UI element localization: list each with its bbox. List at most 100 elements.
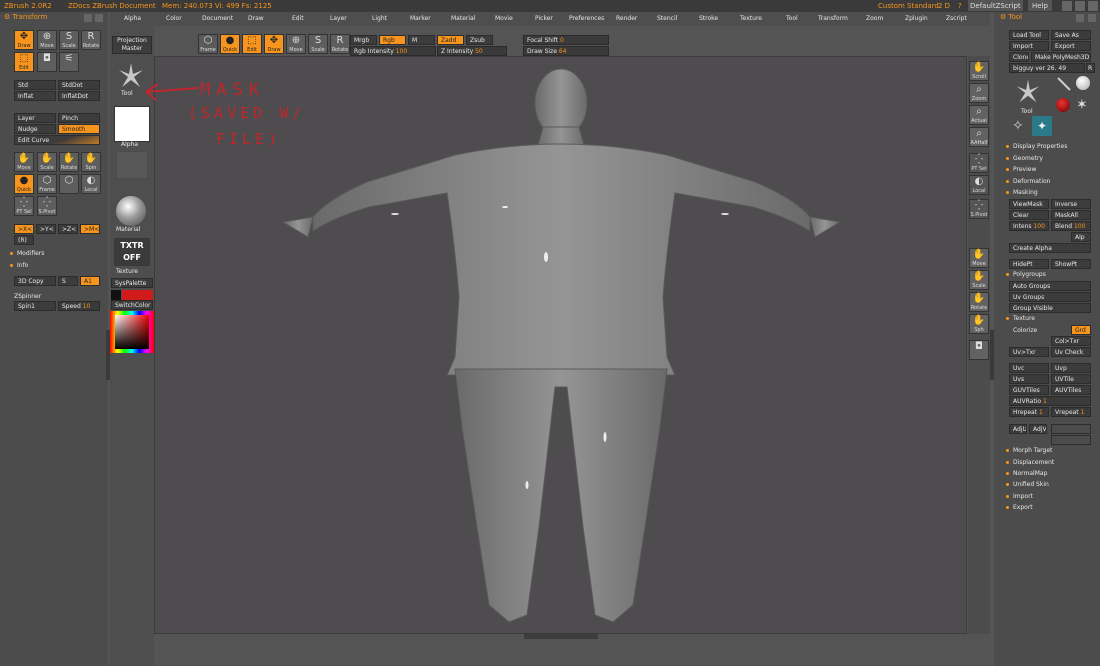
spin-button[interactable]: ✋ Spin — [81, 152, 101, 172]
draw-mode-button[interactable]: ✥ Draw — [14, 30, 34, 50]
zoom-button[interactable]: ⌕ Zoom — [969, 83, 989, 103]
rgb-button[interactable]: Rgb — [379, 35, 406, 45]
load-tool-button[interactable]: Load Tool — [1009, 30, 1049, 40]
group-visible-button[interactable]: Group Visible — [1009, 303, 1091, 313]
menu-tool[interactable]: Tool — [786, 12, 798, 26]
hrepeat-slider[interactable]: Hrepeat 1 — [1009, 407, 1049, 417]
layout-custom[interactable]: Custom — [878, 0, 905, 12]
menu-light[interactable]: Light — [372, 12, 387, 26]
menu-transform[interactable]: Transform — [818, 12, 848, 26]
morph-target-section[interactable]: Morph Target — [1006, 447, 1052, 454]
scale-button[interactable]: ✋ Scale — [37, 152, 57, 172]
uv-txr-button[interactable]: Uv>Txr — [1009, 347, 1049, 357]
close-icon[interactable] — [1088, 1, 1098, 11]
menu-texture[interactable]: Texture — [740, 12, 762, 26]
auvtiles-button[interactable]: AUVTiles — [1051, 385, 1091, 395]
create-alpha-button[interactable]: Create Alpha — [1009, 243, 1091, 253]
smooth-button[interactable]: Smooth — [58, 124, 100, 134]
export-button[interactable]: Export — [1051, 41, 1091, 51]
tool-close-icon[interactable] — [1088, 14, 1096, 22]
layout-standard[interactable]: Standard — [907, 0, 939, 12]
adju-button[interactable]: AdjU — [1009, 424, 1027, 434]
col-txr-button[interactable]: Col>Txr — [1051, 336, 1091, 346]
scroll-button[interactable]: ✋ Scroll — [969, 61, 989, 81]
syspalette-button[interactable]: SysPalette — [111, 278, 153, 288]
edit-mode-button[interactable]: ⬚ Edit — [14, 52, 34, 72]
sphere-tool-icon[interactable] — [1076, 76, 1090, 90]
selected-tool-icon[interactable]: ✦ — [1032, 116, 1052, 136]
draw-size-slider[interactable]: Draw Size 64 — [523, 46, 609, 56]
uvtile-button[interactable]: UVTile — [1051, 374, 1091, 384]
adjv-button[interactable]: AdjV — [1029, 424, 1047, 434]
draw-top-button[interactable]: ✥ Draw — [264, 34, 284, 54]
polygroups-section[interactable]: Polygroups — [1006, 271, 1046, 278]
canvas-scroll-handle[interactable] — [524, 634, 598, 639]
inflatdot-button[interactable]: InflatDot — [58, 91, 100, 101]
maskall-button[interactable]: MaskAll — [1051, 210, 1091, 220]
rotate-right-button[interactable]: ✋ Rotate — [969, 292, 989, 312]
simple-brush-icon[interactable] — [1056, 76, 1072, 92]
mrgb-button[interactable]: Mrgb — [350, 35, 377, 45]
local-right-button[interactable]: ◐ Local — [969, 175, 989, 195]
sph-right-button[interactable]: ✋ Sph — [969, 314, 989, 334]
color-picker-square[interactable] — [115, 315, 149, 349]
uvc-button[interactable]: Uvc — [1009, 363, 1049, 373]
preview-section[interactable]: Preview — [1006, 166, 1036, 173]
wand-button[interactable]: ⚟ — [59, 52, 79, 72]
menu-picker[interactable]: Picker — [535, 12, 553, 26]
clear-mask-button[interactable]: Clear — [1009, 210, 1049, 220]
guvtiles-button[interactable]: GUVTiles — [1009, 385, 1049, 395]
spin1-button[interactable]: Spin1 — [14, 301, 56, 311]
cube-button[interactable]: ⬡ — [59, 174, 79, 194]
radial-button[interactable]: (R) — [14, 235, 34, 245]
unified-skin-section[interactable]: Unified Skin — [1006, 481, 1049, 488]
adj-empty-1[interactable] — [1051, 424, 1091, 434]
showpt-button[interactable]: ShowPt — [1051, 259, 1091, 269]
close-panel-icon[interactable] — [95, 14, 103, 22]
current-tool-thumbnail[interactable] — [1012, 76, 1044, 108]
inflat-button[interactable]: Inflat — [14, 91, 56, 101]
vrepeat-slider[interactable]: Vrepeat 1 — [1051, 407, 1091, 417]
nudge-button[interactable]: Nudge — [14, 124, 56, 134]
primary-color-swatch[interactable] — [122, 290, 153, 300]
auto-groups-button[interactable]: Auto Groups — [1009, 281, 1091, 291]
viewmask-button[interactable]: ViewMask — [1009, 199, 1049, 209]
speed-slider[interactable]: Speed 10 — [58, 301, 100, 311]
quick-button[interactable]: ● Quick — [14, 174, 34, 194]
menu-color[interactable]: Color — [166, 12, 182, 26]
m-button[interactable]: M — [408, 35, 435, 45]
minimize-icon[interactable] — [1062, 1, 1072, 11]
scale-right-button[interactable]: ✋ Scale — [969, 270, 989, 290]
restore-icon[interactable] — [1075, 1, 1085, 11]
export-section[interactable]: Export — [1006, 504, 1033, 511]
projection-master-button[interactable]: Projection Master — [112, 36, 152, 54]
pinch-button[interactable]: Pinch — [58, 113, 100, 123]
snapshot-button[interactable]: ◘ — [37, 52, 57, 72]
edit-top-button[interactable]: ⬚ Edit — [242, 34, 262, 54]
local-button[interactable]: ◐ Local — [81, 174, 101, 194]
import-button[interactable]: Import — [1009, 41, 1049, 51]
make-polymesh-button[interactable]: Make PolyMesh3D — [1031, 52, 1091, 62]
small-star-icon[interactable]: ✧ — [1012, 118, 1028, 134]
rotate-top-button[interactable]: R Rotate — [330, 34, 350, 54]
uv-check-button[interactable]: Uv Check — [1051, 347, 1091, 357]
axis-m-button[interactable]: >M< — [80, 224, 100, 234]
menu-material[interactable]: Material — [451, 12, 475, 26]
help-question[interactable]: ? — [958, 0, 962, 12]
menu-preferences[interactable]: Preferences — [569, 12, 604, 26]
uvp-button[interactable]: Uvp — [1051, 363, 1091, 373]
menu-alpha[interactable]: Alpha — [124, 12, 141, 26]
auvratio-slider[interactable]: AUVRatio 1 — [1009, 396, 1091, 406]
move-button[interactable]: ✋ Move — [14, 152, 34, 172]
display-properties-section[interactable]: Display Properties — [1006, 143, 1067, 150]
tool-r-button[interactable]: R — [1086, 63, 1095, 73]
alp-button[interactable]: Alp — [1071, 232, 1091, 242]
z-intensity-slider[interactable]: Z Intensity 50 — [437, 46, 507, 56]
pin-icon[interactable] — [84, 14, 92, 22]
secondary-color-swatch[interactable] — [111, 290, 121, 300]
script-button[interactable]: DefaultZScript — [968, 0, 1023, 11]
move-mode-button[interactable]: ⊕ Move — [37, 30, 57, 50]
move-top-button[interactable]: ⊕ Move — [286, 34, 306, 54]
menu-document[interactable]: Document — [202, 12, 233, 26]
spivot-button[interactable]: ⁛ S.Pivot — [37, 196, 57, 216]
